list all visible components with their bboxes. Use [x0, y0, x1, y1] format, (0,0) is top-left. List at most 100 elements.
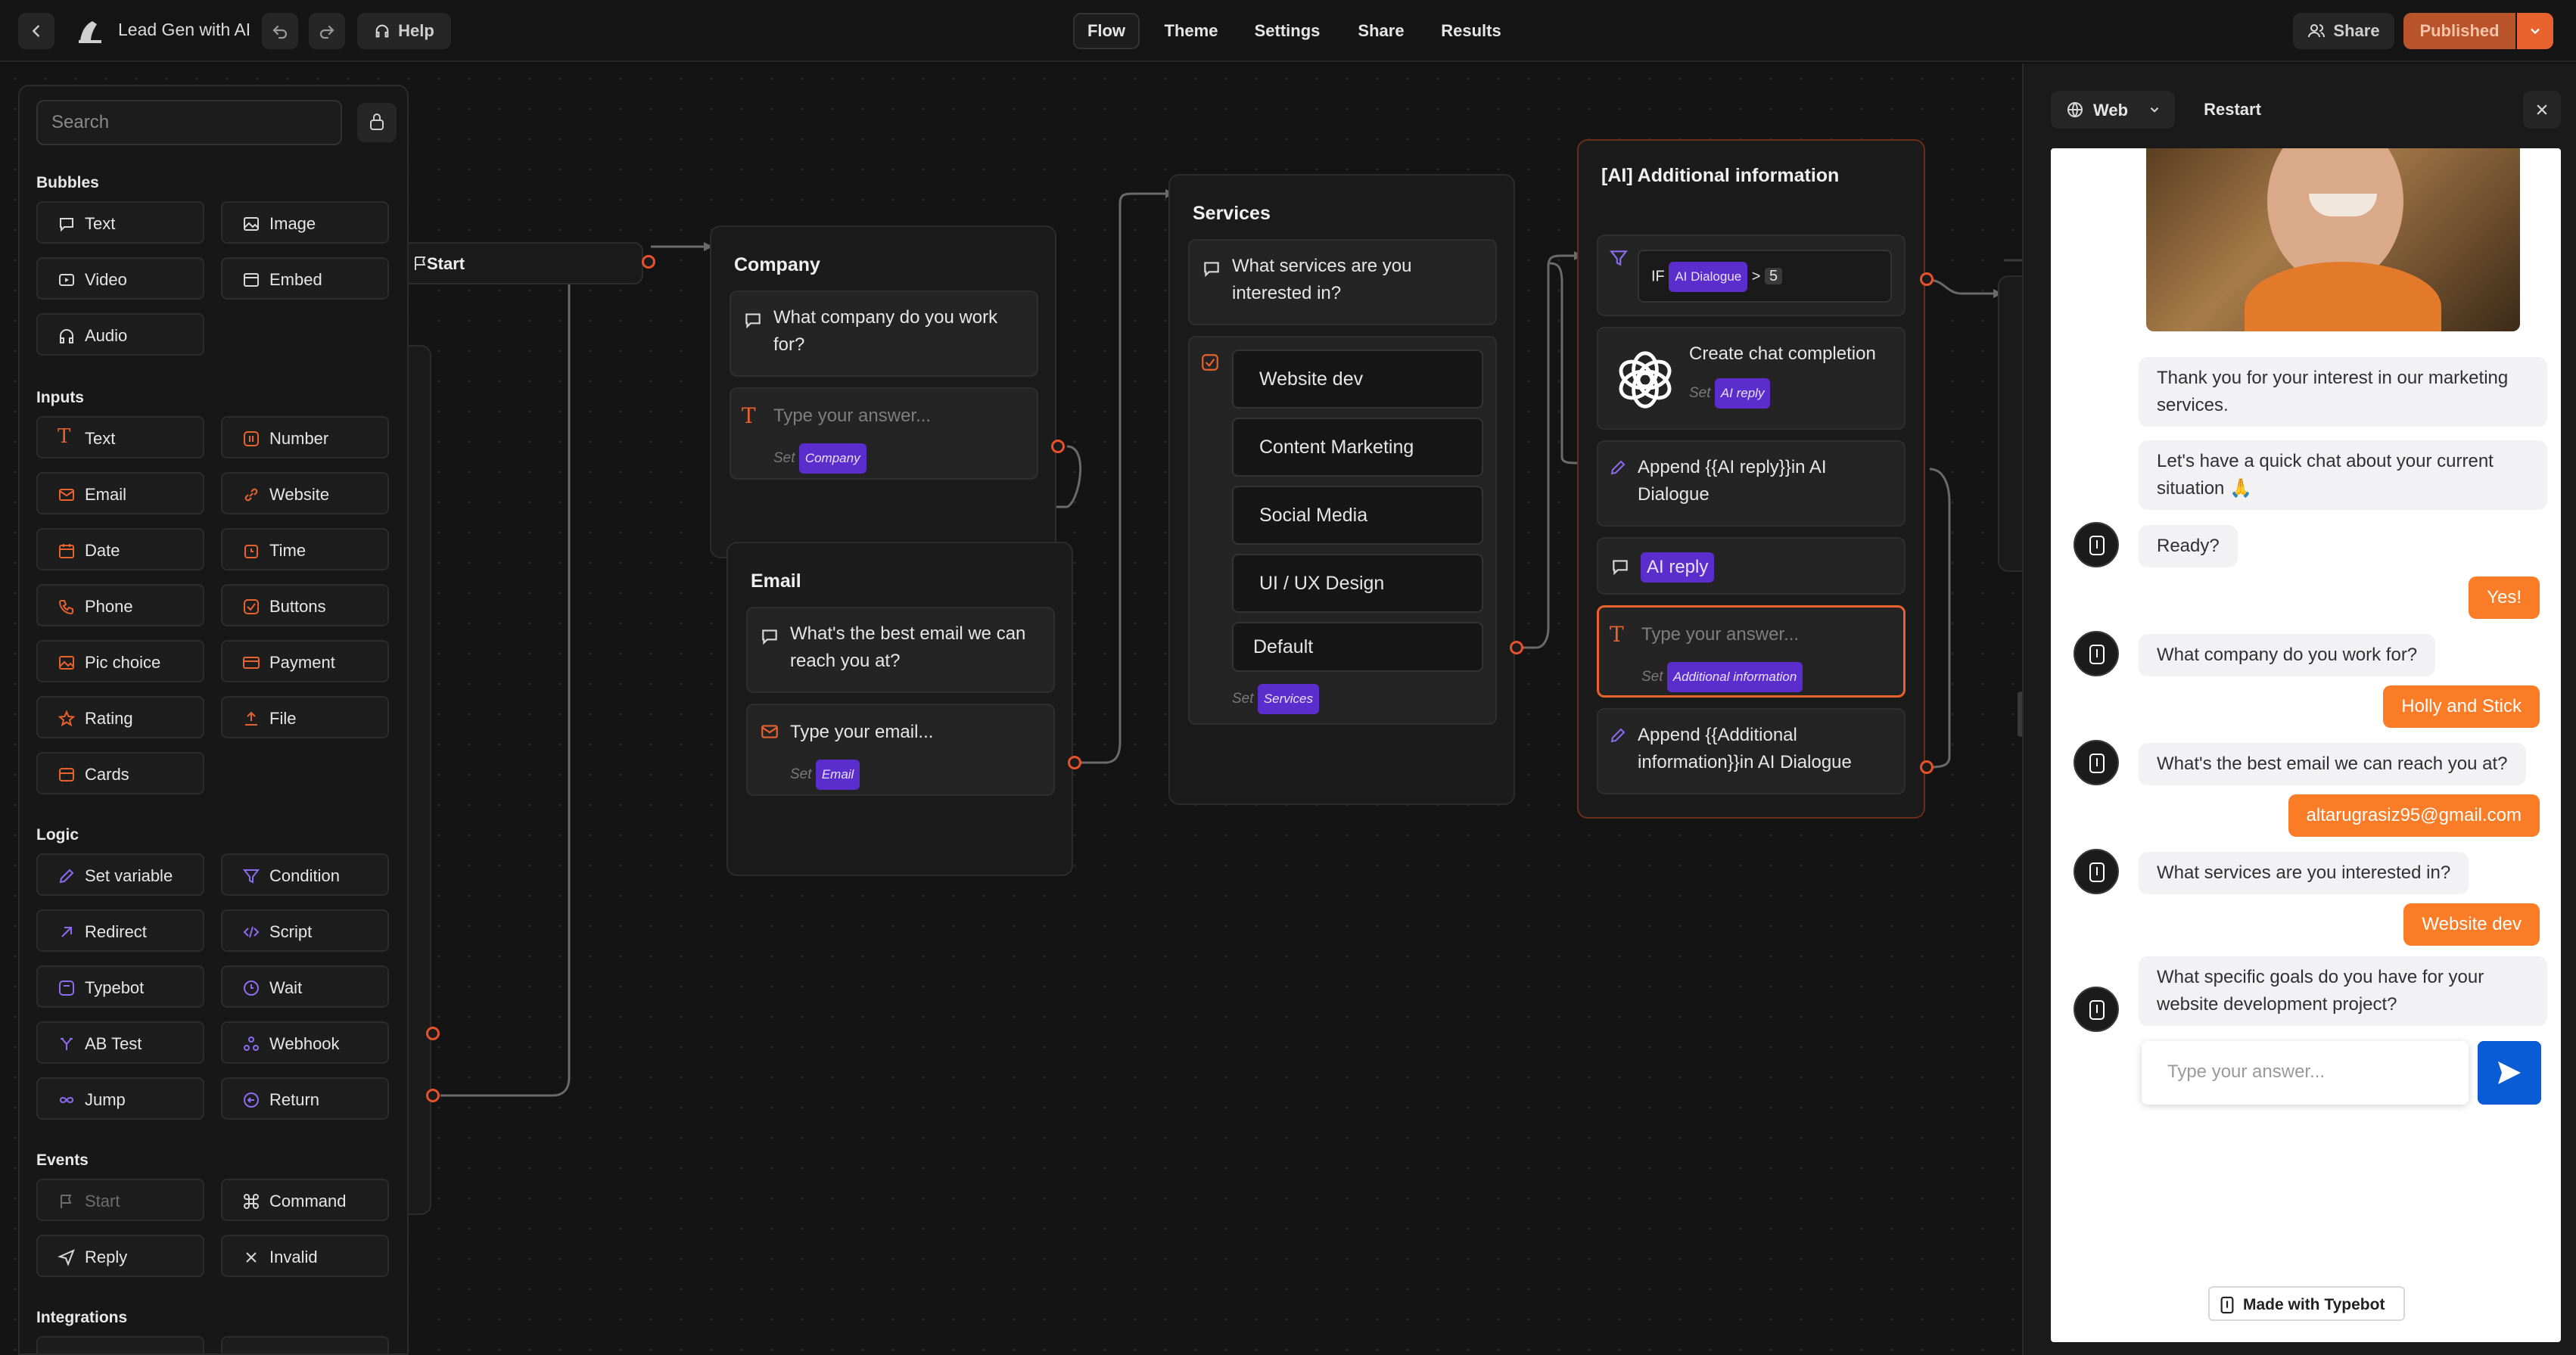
block-rating-input[interactable]: Rating — [36, 696, 204, 738]
block-image-bubble[interactable]: Image — [221, 201, 389, 244]
top-bar: Lead Gen with AI Help Flow Theme Setting… — [0, 0, 2576, 62]
tab-share[interactable]: Share — [1344, 13, 1418, 49]
group-services[interactable]: Services What services are you intereste… — [1168, 174, 1515, 805]
block-text-bubble[interactable]: Text — [36, 201, 204, 244]
group-email[interactable]: Email What's the best email we can reach… — [726, 542, 1073, 876]
output-port[interactable] — [1510, 641, 1523, 654]
set-variable-block[interactable]: Append {{AI reply}}in AI Dialogue — [1597, 440, 1906, 527]
typebot-icon — [2220, 1296, 2234, 1314]
set-label: Set — [1641, 669, 1663, 685]
close-preview-button[interactable] — [2523, 91, 2561, 129]
text-bubble-block[interactable]: What company do you work for? — [730, 291, 1038, 377]
lock-button[interactable] — [357, 103, 397, 142]
preview-mode-select[interactable]: Web — [2051, 91, 2175, 129]
condition-if: IF — [1651, 268, 1665, 285]
output-port[interactable] — [1920, 272, 1934, 286]
block-invalid-event[interactable]: Invalid — [221, 1235, 389, 1277]
group-company[interactable]: Company What company do you work for? T … — [710, 225, 1056, 558]
tab-results[interactable]: Results — [1430, 13, 1512, 49]
published-button[interactable]: Published — [2403, 13, 2515, 49]
publish-menu-button[interactable] — [2517, 13, 2553, 49]
restart-button[interactable]: Restart — [2186, 91, 2279, 129]
block-command-event[interactable]: Command — [221, 1179, 389, 1221]
block-text-input[interactable]: T Text — [36, 416, 204, 458]
output-port[interactable] — [426, 1027, 440, 1040]
block-embed-bubble[interactable]: Embed — [221, 257, 389, 300]
text-input-block[interactable]: T Type your answer... Set Additional inf… — [1597, 605, 1906, 698]
item-label: Time — [269, 541, 306, 560]
dress-shape — [2245, 262, 2441, 331]
app-title[interactable]: Lead Gen with AI — [118, 20, 250, 40]
block-set-variable[interactable]: Set variable — [36, 853, 204, 896]
block-integration[interactable] — [221, 1336, 389, 1353]
block-buttons-input[interactable]: Buttons — [221, 584, 389, 626]
block-script[interactable]: Script — [221, 909, 389, 952]
block-redirect[interactable]: Redirect — [36, 909, 204, 952]
undo-button[interactable] — [262, 13, 298, 49]
start-node[interactable]: Start — [394, 242, 643, 284]
condition-variable: AI Dialogue — [1669, 262, 1748, 292]
user-message: Yes! — [2469, 576, 2540, 619]
group-ai[interactable]: [AI] Additional information IF AI Dialog… — [1577, 139, 1925, 819]
block-website-input[interactable]: Website — [221, 472, 389, 514]
next-node[interactable] — [1998, 275, 2022, 572]
checkbox-icon — [1202, 354, 1218, 371]
block-reply-event[interactable]: Reply — [36, 1235, 204, 1277]
block-webhook[interactable]: Webhook — [221, 1021, 389, 1064]
output-port[interactable] — [1051, 440, 1065, 453]
choice-item[interactable]: Website dev — [1232, 350, 1483, 409]
block-video-bubble[interactable]: Video — [36, 257, 204, 300]
choice-item[interactable]: UI / UX Design — [1232, 554, 1483, 613]
send-button[interactable] — [2478, 1041, 2541, 1105]
chat-answer-input[interactable]: Type your answer... — [2142, 1041, 2469, 1105]
text-bubble-block[interactable]: What's the best email we can reach you a… — [746, 607, 1055, 693]
block-integration[interactable] — [36, 1336, 204, 1353]
block-condition[interactable]: Condition — [221, 853, 389, 896]
choice-item[interactable]: Social Media — [1232, 486, 1483, 545]
openai-block[interactable]: Create chat completion Set AI reply — [1597, 327, 1906, 430]
share-label: Share — [2333, 21, 2380, 40]
help-button[interactable]: Help — [357, 13, 451, 49]
variable-bubble-block[interactable]: AI reply — [1597, 537, 1906, 595]
block-start-event[interactable]: Start — [36, 1179, 204, 1221]
output-port[interactable] — [642, 255, 655, 269]
block-audio-bubble[interactable]: Audio — [36, 313, 204, 356]
tab-settings[interactable]: Settings — [1243, 13, 1332, 49]
block-file-input[interactable]: File — [221, 696, 389, 738]
infinity-icon — [59, 1097, 74, 1103]
output-port[interactable] — [426, 1089, 440, 1102]
condition-block[interactable]: IF AI Dialogue > 5 — [1597, 235, 1906, 316]
redo-button[interactable] — [309, 13, 345, 49]
set-label: Set — [1689, 385, 1711, 402]
user-message: Holly and Stick — [2383, 685, 2540, 728]
buttons-input-block[interactable]: Website dev Content Marketing Social Med… — [1188, 336, 1497, 725]
block-date-input[interactable]: Date — [36, 528, 204, 570]
output-port[interactable] — [1920, 760, 1934, 774]
block-ab-test[interactable]: AB Test — [36, 1021, 204, 1064]
text-bubble-block[interactable]: What services are you interested in? — [1188, 239, 1497, 325]
choice-item[interactable]: Content Marketing — [1232, 418, 1483, 477]
block-number-input[interactable]: Number — [221, 416, 389, 458]
block-jump[interactable]: Jump — [36, 1077, 204, 1120]
back-button[interactable] — [18, 13, 54, 49]
tab-flow[interactable]: Flow — [1073, 13, 1140, 49]
block-cards-input[interactable]: Cards — [36, 752, 204, 794]
made-with-typebot-link[interactable]: Made with Typebot — [2208, 1286, 2405, 1321]
share-button[interactable]: Share — [2293, 13, 2394, 49]
block-typebot[interactable]: Typebot — [36, 965, 204, 1008]
output-port[interactable] — [1068, 756, 1081, 769]
tab-theme[interactable]: Theme — [1152, 13, 1230, 49]
block-wait[interactable]: Wait — [221, 965, 389, 1008]
block-return[interactable]: Return — [221, 1077, 389, 1120]
default-choice[interactable]: Default — [1232, 622, 1483, 672]
text-input-block[interactable]: T Type your answer... Set Company — [730, 387, 1038, 480]
set-variable-block[interactable]: Append {{Additional information}}in AI D… — [1597, 708, 1906, 794]
block-pic-choice-input[interactable]: Pic choice — [36, 640, 204, 682]
chevron-left-icon — [32, 25, 39, 37]
block-payment-input[interactable]: Payment — [221, 640, 389, 682]
block-time-input[interactable]: Time — [221, 528, 389, 570]
block-email-input[interactable]: Email — [36, 472, 204, 514]
search-input[interactable]: Search — [36, 100, 342, 145]
email-input-block[interactable]: Type your email... Set Email — [746, 704, 1055, 796]
block-phone-input[interactable]: Phone — [36, 584, 204, 626]
